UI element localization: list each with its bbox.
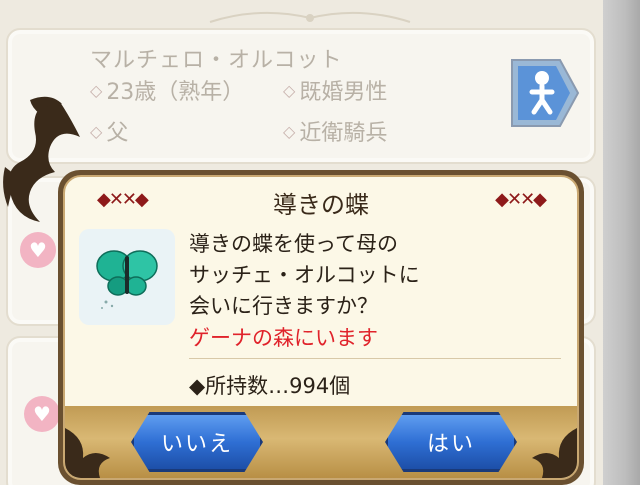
yes-button[interactable]: はい: [385, 412, 517, 472]
message-line: 会いに行きますか？: [189, 294, 378, 318]
dialog-body: ◆✕✕◆ ◆✕✕◆ 導きの蝶 導きの蝶を使って母の サッチェ・オルコットに 会い…: [63, 175, 579, 480]
attribute-age: 23歳（熟年）: [106, 80, 245, 105]
character-attribute: ◇ 近衛騎兵: [283, 115, 387, 147]
corner-ornament-icon: [65, 428, 110, 478]
heart-icon[interactable]: ♥: [24, 396, 60, 432]
corner-ornament-icon: [532, 428, 577, 478]
ornament-top-icon: [209, 11, 411, 23]
scrollbar-track[interactable]: [603, 0, 640, 485]
divider: [189, 358, 561, 359]
diamond-icon: ◇: [283, 121, 296, 141]
location-text: ゲーナの森にいます: [189, 326, 378, 350]
no-button[interactable]: いいえ: [131, 412, 263, 472]
butterfly-icon: [96, 250, 158, 309]
profile-button[interactable]: [510, 58, 580, 128]
character-attribute: ◇ 23歳（熟年）: [90, 74, 244, 106]
diamond-icon: ◇: [283, 80, 296, 100]
character-name: マルチェロ・オルコット: [90, 48, 343, 73]
dialog-title: 導きの蝶: [273, 191, 369, 219]
item-tile: [79, 229, 175, 325]
attribute-status: 既婚男性: [299, 80, 388, 105]
message-line: サッチェ・オルコットに: [189, 263, 420, 287]
message-line: 導きの蝶を使って母の: [189, 232, 398, 256]
confirm-dialog: ◆✕✕◆ ◆✕✕◆ 導きの蝶 導きの蝶を使って母の サッチェ・オルコットに 会い…: [58, 170, 584, 485]
attribute-job: 近衛騎兵: [299, 121, 388, 146]
owned-count: ◆所持数…994個: [189, 374, 351, 398]
character-attribute: ◇ 既婚男性: [283, 74, 387, 106]
dialog-message: 導きの蝶を使って母の サッチェ・オルコットに 会いに行きますか？: [189, 229, 569, 322]
